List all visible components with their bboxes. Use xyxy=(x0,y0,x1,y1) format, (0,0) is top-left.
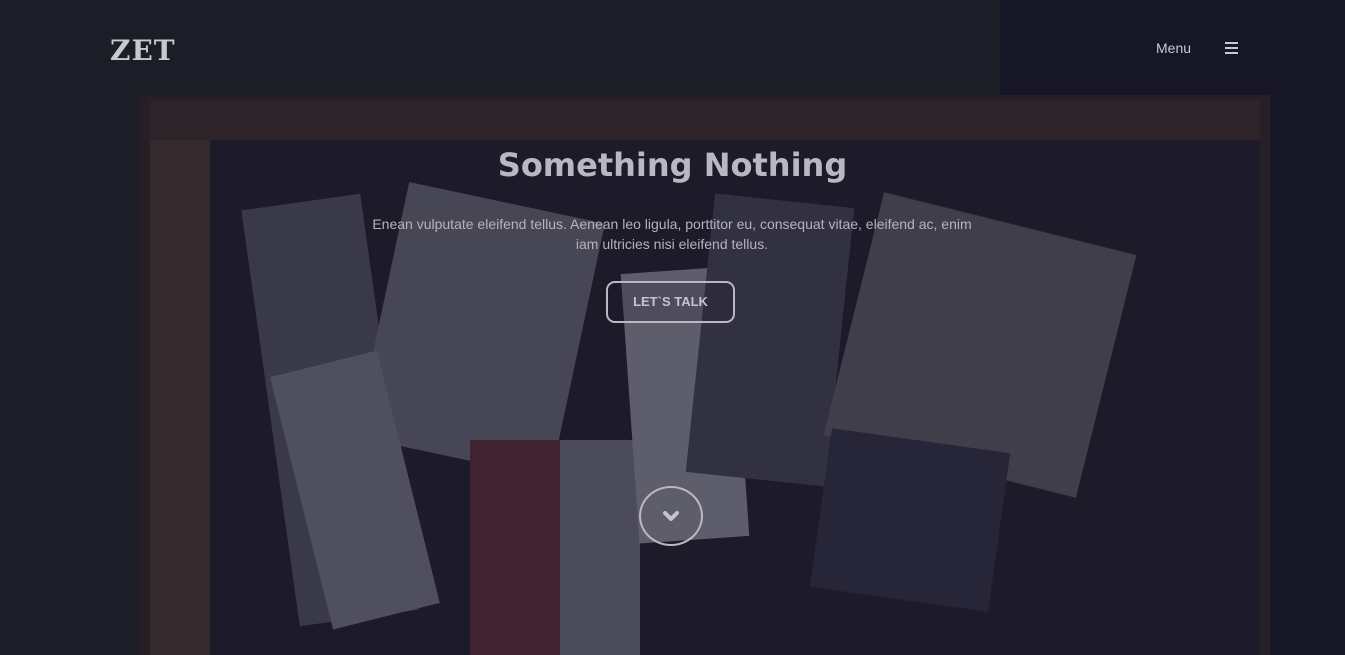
hero-section: ZET Menu Something Nothing Enean vulputa… xyxy=(0,0,1345,655)
chevron-down-icon xyxy=(663,511,679,521)
menu-button[interactable]: Menu xyxy=(1156,40,1191,56)
scroll-down-button[interactable] xyxy=(639,486,703,546)
logo[interactable]: ZET xyxy=(110,34,176,67)
hamburger-icon[interactable] xyxy=(1225,42,1238,54)
hero-description: Enean vulputate eleifend tellus. Aenean … xyxy=(372,216,972,252)
hero-overlay xyxy=(0,0,1345,655)
lets-talk-button[interactable]: LET`S TALK xyxy=(606,281,735,323)
hero-title: Something Nothing xyxy=(497,146,848,184)
